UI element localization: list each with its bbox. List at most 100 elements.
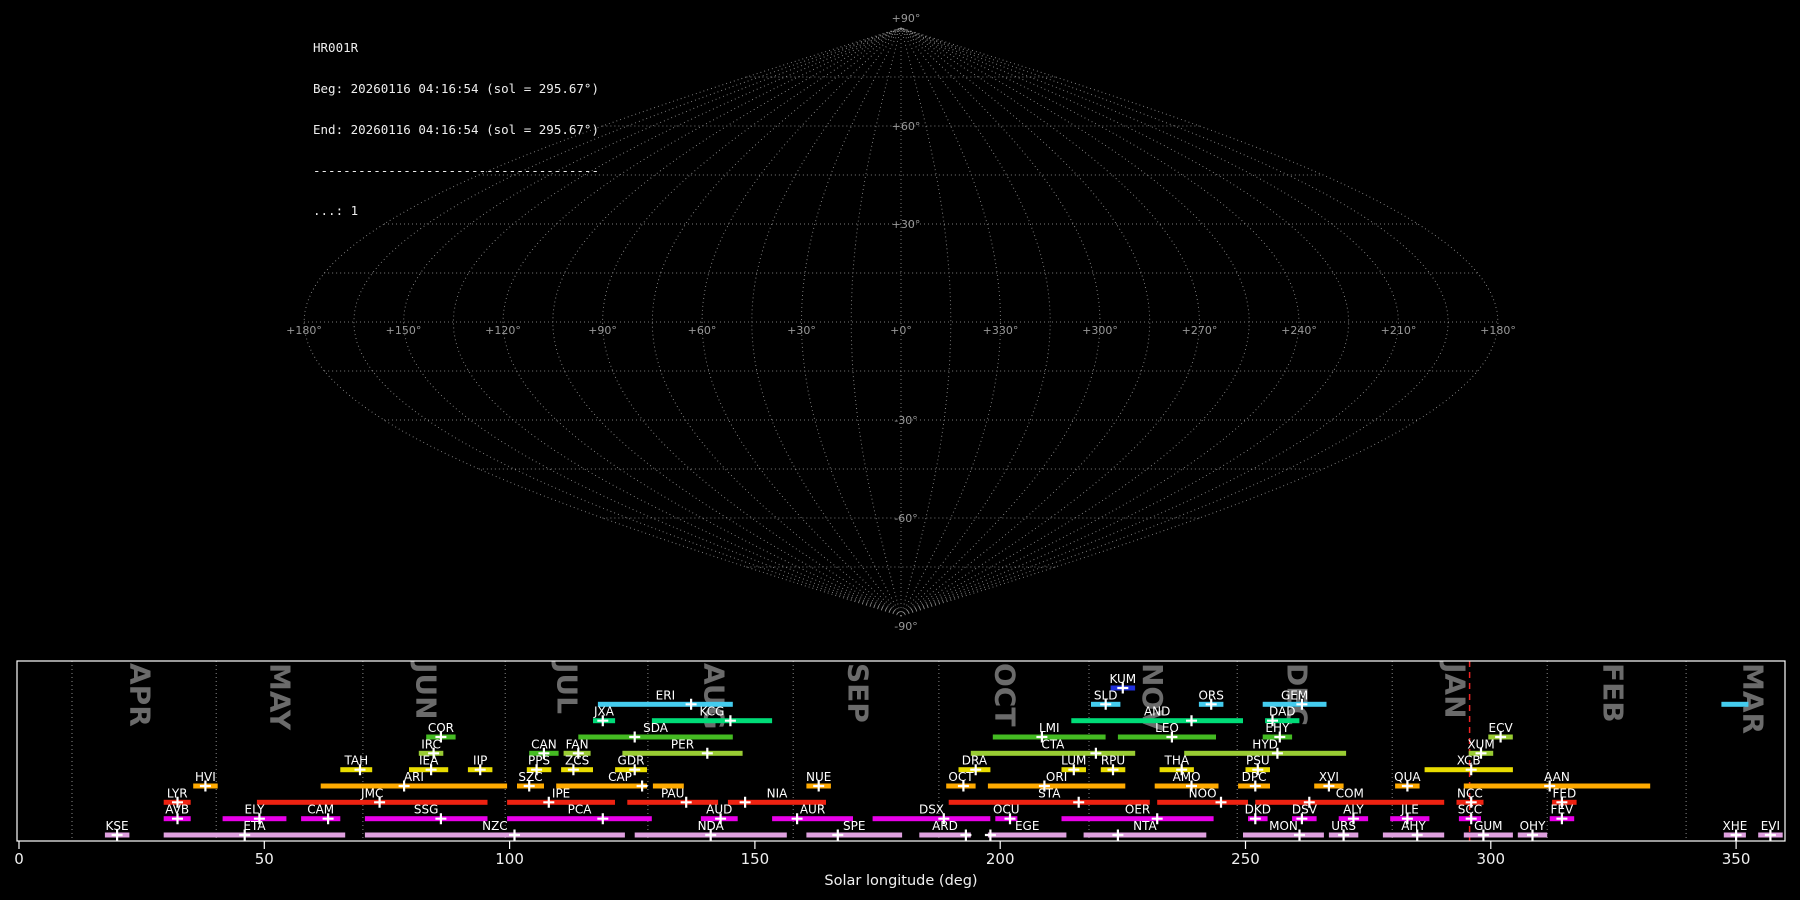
shower-bar-ari: [320, 783, 508, 789]
shower-label-qua: QUA: [1394, 770, 1421, 784]
month-label-sep: SEP: [841, 663, 874, 723]
shower-peak-noo: [1215, 796, 1227, 808]
shower-label-per: PER: [671, 737, 694, 751]
shower-bar-noo: [1157, 799, 1248, 805]
shower-label-rpu: RPU: [1101, 754, 1125, 768]
shower-label-cor: COR: [428, 721, 454, 735]
shower-peak-and: [1186, 715, 1197, 727]
x-axis-title: Solar longitude (deg): [824, 873, 977, 889]
x-axis-ticks: [18, 841, 1737, 849]
shower-label-nia: NIA: [767, 786, 789, 800]
shower-label-leo: LEO: [1155, 721, 1179, 735]
shower-label-fev: FEV: [1551, 803, 1574, 817]
month-label-oct: OCT: [989, 663, 1022, 726]
shower-bar-nzc: [364, 832, 625, 838]
shower-label-jxa: JXA: [593, 705, 615, 719]
count-line: ...: 1: [313, 203, 359, 219]
month-label-jan: JAN: [1439, 661, 1472, 719]
shower-peak-sta: [1073, 796, 1085, 808]
shower-label-kum: KUM: [1109, 672, 1136, 686]
shower-label-dad: DAD: [1269, 705, 1295, 719]
shower-bar-unlabeled: [1721, 701, 1749, 707]
shower-bar-ipe: [507, 799, 615, 805]
end-time-line: End: 20260116 04:16:54 (sol = 295.67°): [313, 121, 599, 137]
shower-label-ssg: SSG: [414, 803, 439, 817]
shower-label-can: CAN: [531, 737, 557, 751]
x-tick-label: 150: [741, 850, 770, 868]
shower-bar-sta: [948, 799, 1150, 805]
shower-label-sta: STA: [1038, 786, 1061, 800]
shower-label-iip: IIP: [473, 754, 487, 768]
shower-label-ori: ORI: [1046, 770, 1067, 784]
shower-label-sda: SDA: [643, 721, 669, 735]
report-header: HR001R Beg: 20260116 04:16:54 (sol = 295…: [313, 14, 599, 245]
shower-label-scc: SCC: [1458, 803, 1482, 817]
shower-peak-spe: [832, 829, 844, 841]
shower-label-nue: NUE: [806, 770, 831, 784]
shower-label-noo: NOO: [1189, 786, 1217, 800]
month-label-may: MAY: [264, 663, 297, 731]
shower-label-dra: DRA: [962, 754, 988, 768]
shower-label-oer: OER: [1125, 803, 1150, 817]
shower-label-nda: NDA: [698, 819, 725, 833]
month-label-jun: JUN: [410, 661, 443, 720]
shower-label-com: COM: [1336, 786, 1364, 800]
shower-label-irc: IRC: [421, 737, 441, 751]
month-label-jul: JUL: [551, 661, 584, 714]
shower-bar-sda: [578, 734, 733, 740]
shower-label-sld: SLD: [1094, 688, 1118, 702]
x-tick-label: 200: [986, 850, 1015, 868]
shower-label-szc: SZC: [518, 770, 542, 784]
shower-peak-cap: [636, 780, 648, 792]
x-tick-label: 300: [1476, 850, 1505, 868]
shower-peak-nzc: [509, 829, 520, 841]
shower-label-nta: NTA: [1133, 819, 1157, 833]
shower-peak-per: [701, 747, 713, 759]
shower-label-lyr: LYR: [167, 786, 188, 800]
shower-label-ely: ELY: [244, 803, 265, 817]
shower-bar-eta: [163, 832, 346, 838]
shower-label-kcg: KCG: [700, 705, 725, 719]
shower-bar-pau: [627, 799, 719, 805]
shower-peak-nta: [1112, 829, 1124, 841]
begin-time-line: Beg: 20260116 04:16:54 (sol = 295.67°): [313, 80, 599, 96]
shower-peak-ege: [984, 829, 996, 841]
shower-label-amo: AMO: [1173, 770, 1201, 784]
shower-label-xvi: XVI: [1319, 770, 1339, 784]
shower-label-aur: AUR: [800, 803, 825, 817]
shower-label-eta: ETA: [243, 819, 266, 833]
station-id: HR001R: [313, 40, 359, 56]
month-label-mar: MAR: [1736, 663, 1769, 734]
shower-label-spe: SPE: [843, 819, 865, 833]
shower-label-fed: FED: [1553, 786, 1577, 800]
shower-label-dkd: DKD: [1245, 803, 1271, 817]
shower-label-fan: FAN: [566, 737, 589, 751]
shower-bar-nta: [1083, 832, 1207, 838]
shower-label-cam: CAM: [307, 803, 334, 817]
x-tick-label: 350: [1722, 850, 1751, 868]
shower-label-tha: THA: [1164, 754, 1190, 768]
shower-label-dsx: DSX: [919, 803, 944, 817]
shower-peak-eri: [685, 698, 697, 710]
shower-label-xhe: XHE: [1722, 819, 1747, 833]
shower-label-cap: CAP: [608, 770, 632, 784]
shower-bar-spe: [806, 832, 903, 838]
shower-label-dpc: DPC: [1242, 770, 1267, 784]
month-label-apr: APR: [124, 663, 157, 727]
shower-label-hvi: HVI: [195, 770, 216, 784]
shower-label-psu: PSU: [1246, 754, 1270, 768]
shower-peak-pca: [597, 813, 609, 825]
shower-label-mon: MON: [1269, 819, 1298, 833]
activity-timeline-chart: APR MAY JUN JUL AUG SEP OCT NOV DEC JAN FEB MARKUME…: [14, 660, 1786, 889]
shower-peak-ard: [960, 829, 972, 841]
shower-label-pca: PCA: [568, 803, 593, 817]
shower-bar-cam: [301, 816, 341, 822]
shower-bar-pca: [507, 816, 652, 822]
shower-label-ahy: AHY: [1401, 819, 1426, 833]
shower-label-ncc: NCC: [1457, 786, 1483, 800]
shower-label-xcb: XCB: [1457, 754, 1481, 768]
shower-bar-mon: [1243, 832, 1324, 838]
shower-label-ehy: EHY: [1265, 721, 1290, 735]
shower-label-dsv: DSV: [1292, 803, 1318, 817]
shower-label-ohy: OHY: [1520, 819, 1546, 833]
